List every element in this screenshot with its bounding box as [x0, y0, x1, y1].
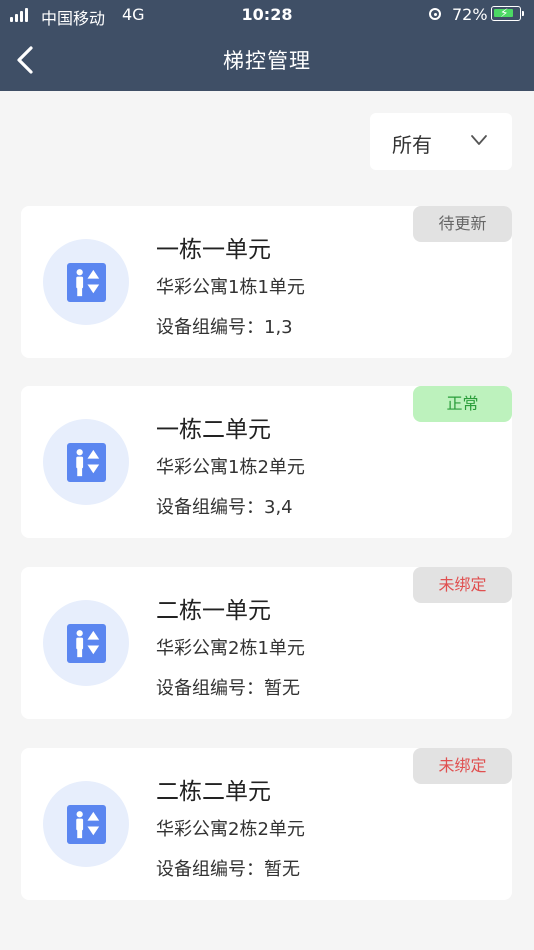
status-badge: 待更新 — [413, 206, 512, 242]
card-title: 一栋二单元 — [156, 417, 271, 443]
status-badge: 未绑定 — [413, 567, 512, 603]
elevator-card[interactable]: 一栋二单元 华彩公寓1栋2单元 设备组编号：3,4 正常 — [21, 386, 512, 538]
avatar — [43, 419, 129, 505]
status-bar: 中国移动 4G 10:28 72% ⚡ — [0, 0, 534, 30]
filter-dropdown[interactable]: 所有 — [370, 113, 512, 170]
card-address: 华彩公寓2栋2单元 — [156, 819, 305, 840]
chevron-down-icon — [471, 135, 487, 145]
status-badge: 正常 — [413, 386, 512, 422]
elevator-icon — [67, 263, 106, 302]
status-badge: 未绑定 — [413, 748, 512, 784]
card-title: 二栋一单元 — [156, 598, 271, 624]
filter-selected: 所有 — [392, 133, 432, 157]
group-value: 暂无 — [264, 678, 300, 699]
card-address: 华彩公寓1栋1单元 — [156, 277, 305, 298]
elevator-icon — [67, 443, 106, 482]
page-title: 梯控管理 — [223, 49, 311, 73]
battery-percent: 72% — [452, 5, 488, 24]
avatar — [43, 239, 129, 325]
charging-icon: ⚡ — [500, 6, 509, 20]
group-value: 1,3 — [264, 317, 293, 338]
elevator-card[interactable]: 二栋二单元 华彩公寓2栋2单元 设备组编号：暂无 未绑定 — [21, 748, 512, 900]
elevator-icon — [67, 805, 106, 844]
card-address: 华彩公寓2栋1单元 — [156, 638, 305, 659]
card-group-number: 设备组编号：3,4 — [156, 493, 293, 519]
orientation-lock-icon — [429, 8, 441, 20]
group-label: 设备组编号： — [156, 317, 264, 338]
header: 中国移动 4G 10:28 72% ⚡ 梯控管理 — [0, 0, 534, 91]
group-value: 暂无 — [264, 859, 300, 880]
card-address: 华彩公寓1栋2单元 — [156, 457, 305, 478]
card-title: 一栋一单元 — [156, 237, 271, 263]
group-label: 设备组编号： — [156, 497, 264, 518]
elevator-card[interactable]: 一栋一单元 华彩公寓1栋1单元 设备组编号：1,3 待更新 — [21, 206, 512, 358]
avatar — [43, 600, 129, 686]
card-group-number: 设备组编号：1,3 — [156, 313, 293, 339]
card-group-number: 设备组编号：暂无 — [156, 855, 300, 881]
elevator-card[interactable]: 二栋一单元 华彩公寓2栋1单元 设备组编号：暂无 未绑定 — [21, 567, 512, 719]
card-title: 二栋二单元 — [156, 779, 271, 805]
avatar — [43, 781, 129, 867]
card-group-number: 设备组编号：暂无 — [156, 674, 300, 700]
group-label: 设备组编号： — [156, 859, 264, 880]
group-label: 设备组编号： — [156, 678, 264, 699]
group-value: 3,4 — [264, 497, 293, 518]
elevator-icon — [67, 624, 106, 663]
battery-icon: ⚡ — [491, 6, 524, 21]
